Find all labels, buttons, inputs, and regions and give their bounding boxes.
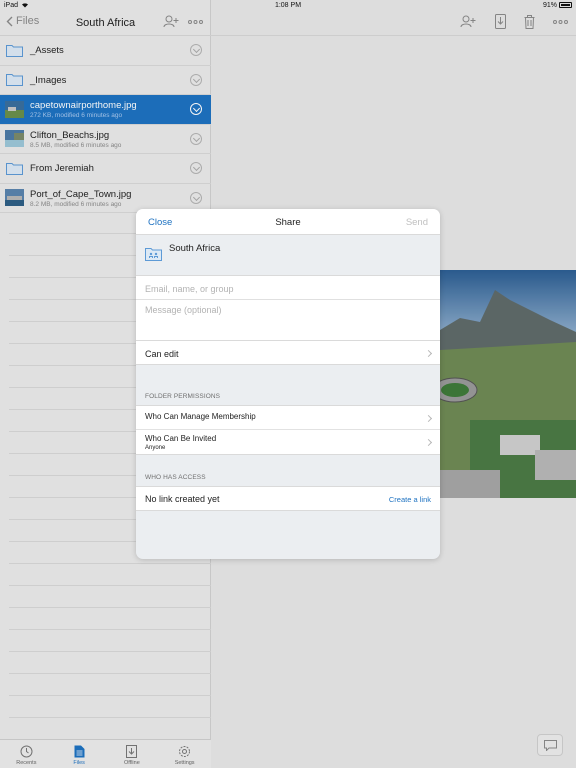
create-link-button[interactable]: Create a link: [389, 495, 431, 504]
battery-icon: [559, 2, 572, 8]
wifi-icon: [22, 3, 29, 8]
dialog-title: Share: [275, 217, 301, 228]
shared-folder-name: South Africa: [169, 243, 221, 254]
share-dialog: Close Share Send South Africa Email, nam…: [136, 209, 440, 559]
device-label: iPad: [4, 1, 19, 9]
send-button[interactable]: Send: [406, 217, 428, 228]
email-placeholder: Email, name, or group: [145, 284, 234, 294]
permission-selector[interactable]: Can edit: [136, 340, 440, 365]
link-status: No link created yet: [145, 494, 220, 504]
chevron-right-icon: [424, 438, 433, 447]
invite-label: Who Can Be Invited: [145, 434, 217, 443]
message-field[interactable]: Message (optional): [136, 300, 440, 340]
section-header: FOLDER PERMISSIONS: [145, 393, 221, 400]
shared-folder-header: South Africa: [136, 235, 440, 275]
chevron-right-icon: [424, 414, 433, 423]
status-time: 1:08 PM: [274, 1, 302, 9]
section-header: WHO HAS ACCESS: [145, 474, 206, 481]
invite-value: Anyone: [145, 445, 166, 451]
chevron-right-icon: [424, 349, 433, 358]
shared-folder-icon: [145, 248, 162, 261]
battery-percent: 91%: [542, 1, 557, 9]
permission-label: Can edit: [145, 349, 179, 359]
shared-link-row: No link created yet Create a link: [136, 486, 440, 511]
status-bar: iPad 1:08 PM 91%: [0, 0, 576, 10]
email-field[interactable]: Email, name, or group: [136, 275, 440, 300]
manage-membership-label: Who Can Manage Membership: [145, 412, 256, 421]
manage-membership-row[interactable]: Who Can Manage Membership: [136, 405, 440, 430]
invite-permission-row[interactable]: Who Can Be Invited Anyone: [136, 430, 440, 455]
message-placeholder: Message (optional): [145, 305, 222, 315]
share-dialog-header: Close Share Send: [136, 209, 440, 235]
